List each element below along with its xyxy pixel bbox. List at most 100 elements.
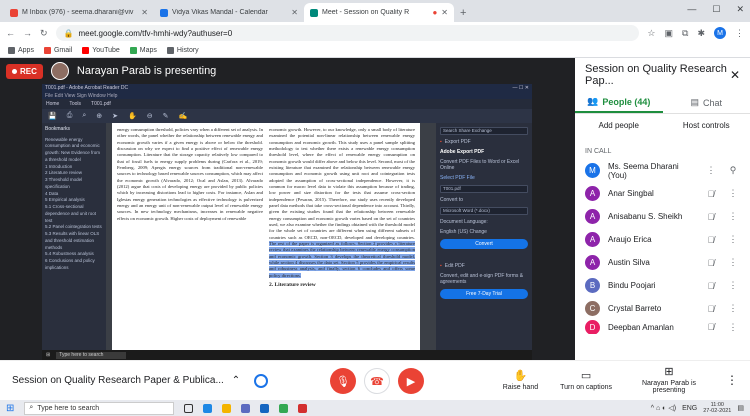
more-icon[interactable]: ⋮ [726, 322, 740, 333]
menu-dots-icon[interactable]: ⋮ [735, 28, 744, 39]
browser-tab-gmail[interactable]: M Inbox (976) - seema.dharani@viv ✕ [4, 3, 154, 22]
presenting-button[interactable]: ⊞ Narayan Parab is presenting [634, 365, 704, 394]
more-icon[interactable]: ⋮ [726, 234, 740, 245]
edge-icon[interactable] [203, 403, 213, 413]
participant-row[interactable]: A Anisabanu S. Sheikh 🎙̸ ⋮ [575, 205, 750, 228]
explorer-icon[interactable] [222, 403, 232, 413]
acrobat-icon[interactable] [298, 403, 308, 413]
avatar: D [585, 320, 600, 334]
extension-icon[interactable]: ⧉ [682, 28, 688, 39]
tray-icons[interactable]: ^ ⌂ ◐ ◁) [651, 404, 676, 412]
export-title: Adobe Export PDF [440, 149, 485, 155]
meet-sidebar: Session on Quality Research Pap... ✕ 👥 Pe… [575, 58, 750, 360]
participant-row[interactable]: A Araujo Erica 🎙̸ ⋮ [575, 228, 750, 251]
bookmark-maps[interactable]: Maps [129, 47, 157, 54]
participant-row[interactable]: M Ms. Seema Dharani (You) ⋮ ⚲ [575, 159, 750, 182]
host-controls-button[interactable]: Host controls [663, 121, 750, 130]
export-desc: Convert PDF Files to Word or Excel Onlin… [440, 159, 520, 171]
extension-icons: ☆ ▣ ⧉ ✱ M ⋮ [647, 27, 744, 39]
task-view-icon[interactable] [184, 403, 194, 413]
clock[interactable]: 11:00 27-02-2021 [703, 402, 731, 414]
url-field[interactable]: 🔒 meet.google.com/tfv-hmhi-wdy?authuser=… [55, 25, 640, 41]
more-icon[interactable]: ⋮ [726, 257, 740, 268]
export-label: Export PDF [444, 139, 471, 145]
add-people-button[interactable]: Add people [575, 121, 663, 130]
taskbar-search[interactable]: ⌕ Type here to search [24, 401, 175, 415]
acrobat-toolbar: 💾 ⎙ ⌕ ⊕ ➤ ✋ ⊖ ✎ ✍ [42, 109, 532, 123]
meeting-details[interactable]: Session on Quality Research Paper & Publ… [12, 375, 240, 386]
mic-off-icon: 🎙̸ [707, 280, 715, 291]
participant-name: Araujo Erica [608, 235, 652, 244]
raise-hand-button[interactable]: ✋ Raise hand [503, 369, 538, 391]
captions-button[interactable]: ▭ Turn on captions [560, 369, 612, 391]
bookmark-gmail[interactable]: Gmail [43, 47, 72, 54]
close-icon[interactable]: ✕ [730, 68, 740, 82]
back-icon[interactable]: ← [6, 28, 15, 38]
history-icon [166, 47, 174, 54]
participant-row[interactable]: C Crystal Barreto 🎙̸ ⋮ [575, 297, 750, 320]
leave-call-button[interactable]: ☎ [364, 368, 390, 394]
participant-name: Anisabanu S. Sheikh [608, 212, 683, 221]
shared-screen: T001.pdf - Adobe Acrobat Reader DC — ☐ ✕ … [42, 84, 532, 360]
bookmark-item: 5.2 Panel cointegration tests [45, 224, 102, 230]
new-tab-icon[interactable]: + [460, 7, 466, 19]
chrome-icon[interactable] [279, 403, 289, 413]
tab-people[interactable]: 👥 People (44) [575, 92, 663, 113]
participant-row[interactable]: B Bindu Poojari 🎙̸ ⋮ [575, 274, 750, 297]
camera-icon[interactable]: ▣ [665, 28, 674, 39]
mic-button[interactable]: 🎙 [330, 368, 356, 394]
more-icon[interactable]: ⋮ [704, 165, 718, 176]
close-tab-icon[interactable]: ✕ [291, 8, 298, 17]
store-icon[interactable] [241, 403, 251, 413]
mic-off-icon: 🎙̸ [707, 234, 715, 245]
mail-icon[interactable] [260, 403, 270, 413]
more-options-icon[interactable]: ⋮ [726, 373, 738, 387]
bookmarks-panel: Bookmarks Renewable energy consumption a… [42, 123, 106, 350]
mic-off-icon: 🎙̸ [707, 303, 715, 314]
bookmark-label: YouTube [92, 47, 120, 54]
puzzle-icon[interactable]: ✱ [697, 28, 705, 39]
lang-value: English (US) Change [440, 229, 487, 235]
bottom-right-controls: ✋ Raise hand ▭ Turn on captions ⊞ Narayan P… [503, 365, 738, 394]
participant-name: Austin Silva [608, 258, 650, 267]
present-icon: ⊞ [664, 366, 674, 378]
forward-icon[interactable]: → [23, 28, 32, 38]
close-tab-icon[interactable]: ✕ [141, 8, 148, 17]
participant-row[interactable]: A Austin Silva 🎙̸ ⋮ [575, 251, 750, 274]
bookmark-history[interactable]: History [166, 47, 199, 54]
meet-icon [310, 8, 318, 17]
participant-row[interactable]: A Anar Singbal 🎙̸ ⋮ [575, 182, 750, 205]
participant-row[interactable]: D Deepban Amanlan 🎙̸ ⋮ [575, 320, 750, 334]
star-icon[interactable]: ☆ [647, 28, 655, 39]
calendar-icon [160, 8, 168, 17]
language-indicator[interactable]: ENG [682, 405, 697, 412]
save-icon: 💾 [48, 113, 57, 120]
browser-tab-calendar[interactable]: Vidya Vikas Mandal - Calendar ✕ [154, 3, 304, 22]
windows-start-icon[interactable]: ⊞ [6, 403, 14, 414]
hangup-icon: ☎ [370, 375, 384, 388]
reload-icon[interactable]: ↻ [40, 28, 48, 39]
recording-dot-icon: ● [432, 8, 438, 17]
pin-icon[interactable]: ⚲ [726, 165, 740, 176]
participant-name: Deepban Amanlan [608, 322, 674, 332]
bookmark-youtube[interactable]: YouTube [82, 47, 120, 54]
close-tab-icon[interactable]: ✕ [441, 8, 448, 17]
notification-icon[interactable]: ▤ [737, 404, 744, 412]
more-icon[interactable]: ⋮ [726, 188, 740, 199]
minimize-icon[interactable]: — [687, 4, 696, 15]
shield-icon[interactable] [254, 373, 269, 388]
bookmark-label: History [176, 47, 199, 54]
maximize-icon[interactable]: ☐ [712, 4, 720, 15]
close-window-icon[interactable]: ✕ [736, 4, 744, 15]
camera-button[interactable]: ▶ [398, 368, 424, 394]
tab-chat-label: Chat [703, 97, 723, 108]
bookmark-apps[interactable]: Apps [8, 47, 34, 54]
more-icon[interactable]: ⋮ [726, 303, 740, 314]
more-icon[interactable]: ⋮ [726, 211, 740, 222]
presenter-bar: REC Narayan Parab is presenting [0, 58, 575, 84]
tab-chat[interactable]: ▤ Chat [663, 92, 750, 113]
browser-tab-meet[interactable]: Meet - Session on Quality R ● ✕ [304, 3, 454, 22]
export-icon: ▪ [440, 139, 442, 145]
profile-avatar[interactable]: M [714, 27, 726, 39]
more-icon[interactable]: ⋮ [726, 280, 740, 291]
